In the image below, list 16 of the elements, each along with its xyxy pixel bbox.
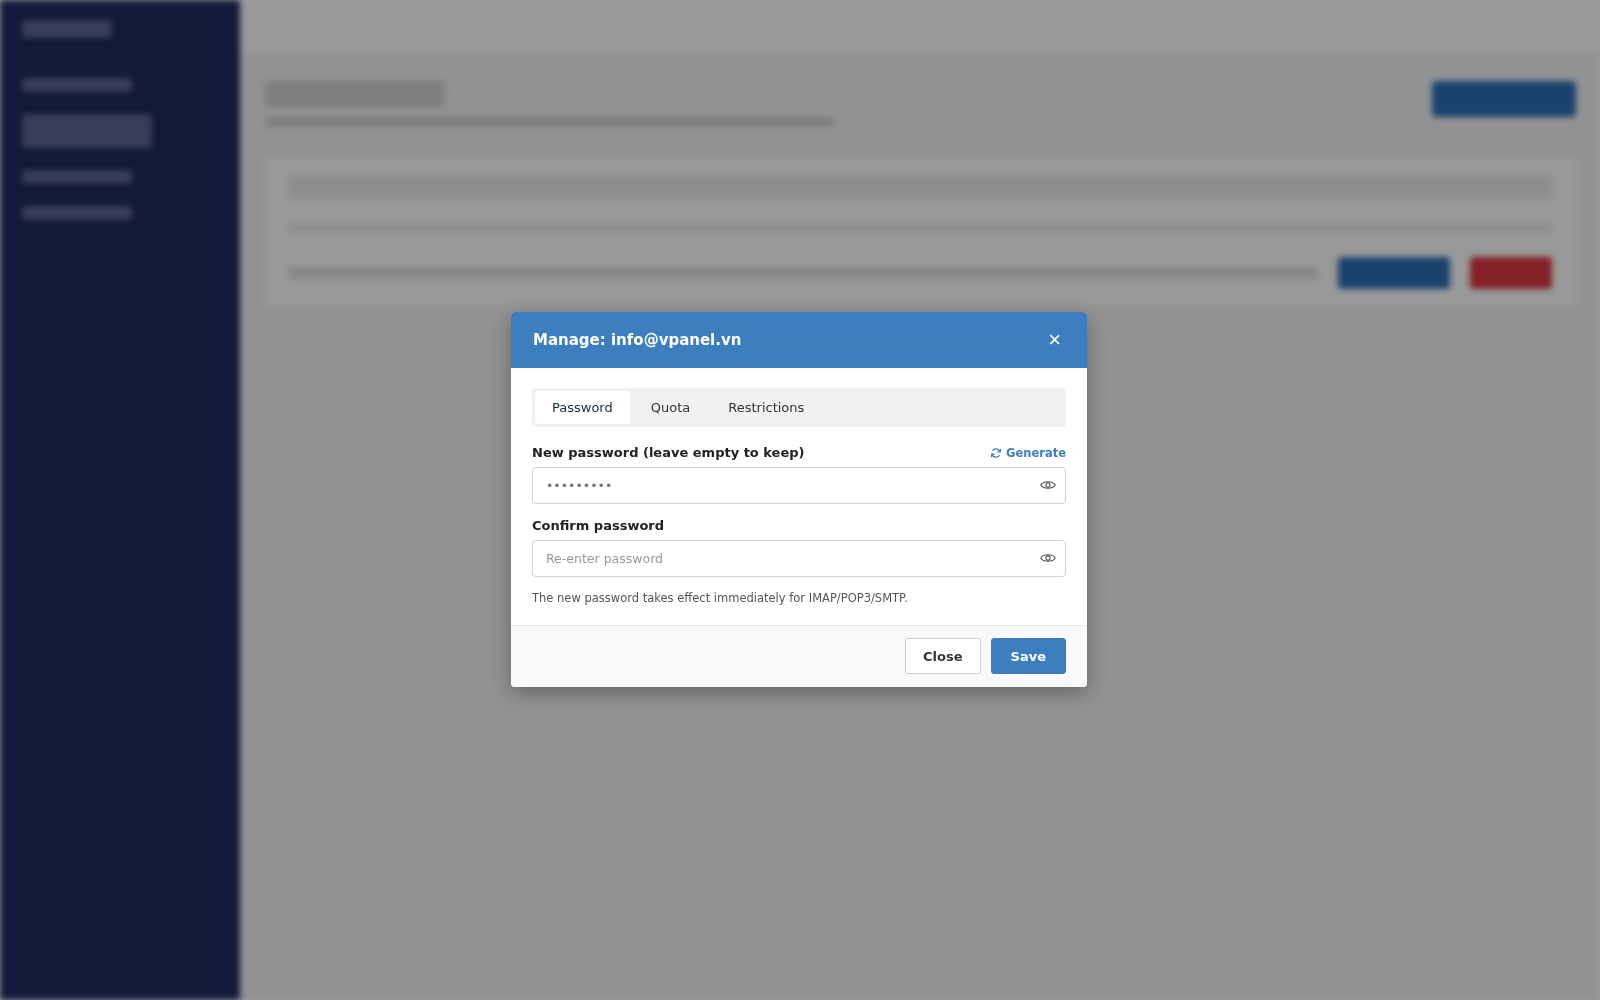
field-label: Confirm password <box>532 518 665 533</box>
close-button[interactable]: × <box>1044 327 1065 353</box>
password-field[interactable]: Re-enter password <box>532 540 1066 577</box>
tab[interactable]: Password <box>535 391 630 424</box>
tab[interactable]: Restrictions <box>711 391 822 424</box>
eye-icon[interactable] <box>1040 552 1056 564</box>
dialog-title: Manage: info@vpanel.vn <box>533 331 742 349</box>
refresh-icon <box>990 446 1003 459</box>
field-label: New password (leave empty to keep) <box>532 445 805 460</box>
hint-text: The new password takes effect immediately for IMAP/POP3/SMTP. <box>532 591 909 605</box>
password-field[interactable]: ••••••••• <box>532 467 1066 504</box>
tab[interactable]: Quota <box>633 391 708 424</box>
close-button[interactable]: Close <box>905 638 981 674</box>
generate-link[interactable]: Generate <box>990 445 1066 460</box>
eye-icon[interactable] <box>1040 479 1056 491</box>
save-button[interactable]: Save <box>990 638 1066 674</box>
